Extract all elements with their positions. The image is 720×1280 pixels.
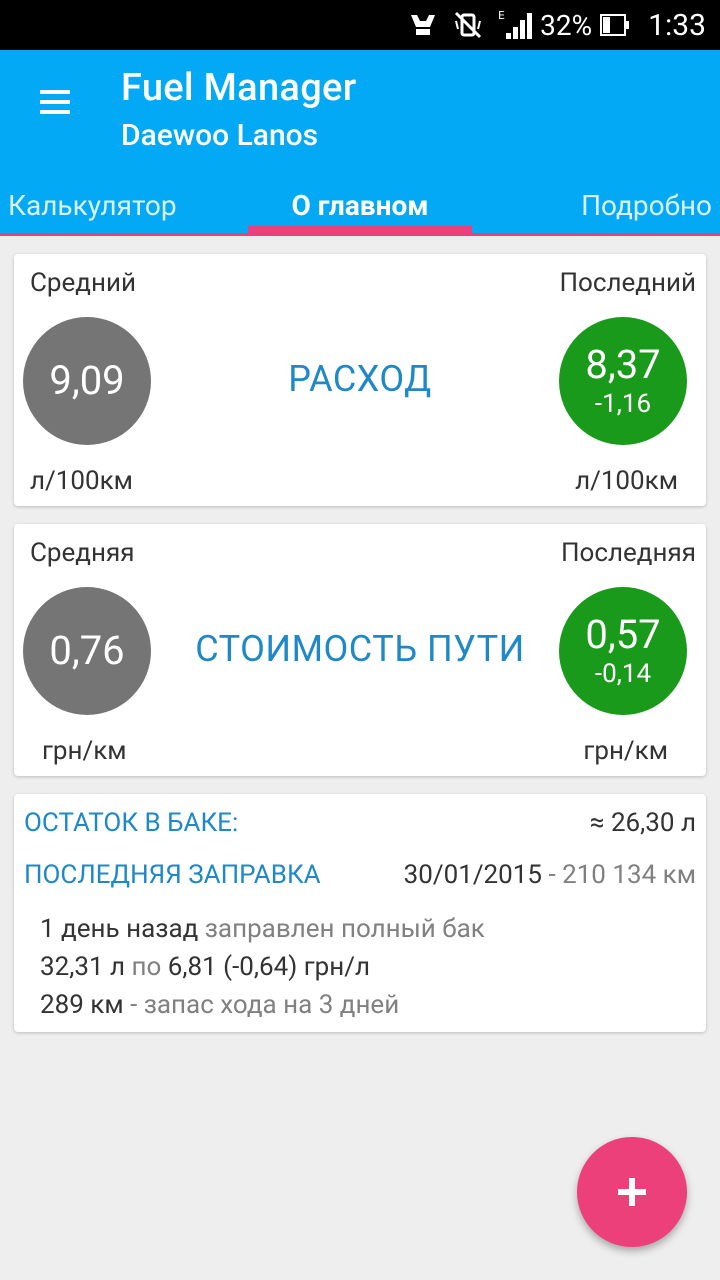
refuel-time: 1 день назад bbox=[40, 914, 199, 944]
last-label: Последняя bbox=[560, 538, 696, 568]
last-consumption-circle: 8,37 -1,16 bbox=[559, 317, 687, 445]
tab-calculator[interactable]: Калькулятор bbox=[8, 178, 177, 232]
add-refuel-button[interactable] bbox=[577, 1137, 687, 1247]
average-label: Средний bbox=[30, 268, 137, 298]
last-consumption-delta: -1,16 bbox=[594, 389, 652, 419]
refuel-volume: 32,31 л bbox=[40, 952, 126, 982]
network-type: E bbox=[498, 9, 505, 22]
clock: 1:33 bbox=[648, 7, 706, 43]
refuel-type: заправлен полный бак bbox=[198, 914, 485, 944]
refuel-time-line: 1 день назад заправлен полный бак bbox=[40, 914, 485, 944]
app-title: Fuel Manager bbox=[121, 66, 357, 110]
app-bar: Fuel Manager Daewoo Lanos Калькулятор О … bbox=[0, 50, 720, 236]
tank-remaining-value: ≈ 26,30 л bbox=[589, 808, 696, 838]
refuel-by: по bbox=[125, 952, 168, 982]
status-bar: E 32% 1:33 bbox=[0, 0, 720, 50]
range-distance: 289 км bbox=[40, 990, 124, 1020]
tab-bar: Калькулятор О главном Подробно bbox=[0, 178, 720, 232]
appbar-divider bbox=[0, 233, 720, 236]
refuel-date: 30/01/2015 bbox=[403, 860, 542, 890]
refuel-odometer: - 210 134 км bbox=[542, 860, 696, 890]
range-days: - запас хода на 3 дней bbox=[123, 990, 400, 1020]
last-label: Последний bbox=[559, 268, 697, 298]
plus-icon bbox=[618, 1178, 646, 1206]
last-refuel-label: ПОСЛЕДНЯЯ ЗАПРАВКА bbox=[24, 860, 321, 890]
last-cost-delta: -0,14 bbox=[594, 659, 652, 689]
last-consumption-value: 8,37 bbox=[585, 341, 661, 388]
last-unit: л/100км bbox=[575, 466, 678, 496]
signal-icon: E bbox=[498, 0, 534, 50]
average-label: Средняя bbox=[30, 538, 135, 568]
trip-cost-card: Средняя Последняя 0,76 СТОИМОСТЬ ПУТИ 0,… bbox=[14, 524, 706, 776]
tab-details[interactable]: Подробно bbox=[581, 178, 712, 232]
last-cost-circle: 0,57 -0,14 bbox=[559, 587, 687, 715]
tab-overview[interactable]: О главном bbox=[248, 178, 472, 232]
refuel-volume-line: 32,31 л по 6,81 (-0,64) грн/л bbox=[40, 952, 370, 982]
menu-icon[interactable] bbox=[40, 87, 70, 117]
app-subtitle: Daewoo Lanos bbox=[121, 118, 319, 153]
last-cost-value: 0,57 bbox=[585, 611, 661, 658]
tank-remaining-label: ОСТАТОК В БАКЕ: bbox=[24, 808, 239, 838]
average-unit: грн/км bbox=[42, 736, 127, 766]
refuel-price: 6,81 (-0,64) грн/л bbox=[167, 952, 370, 982]
notification-icon bbox=[408, 0, 438, 50]
last-unit: грн/км bbox=[583, 736, 668, 766]
last-refuel-info: 30/01/2015 - 210 134 км bbox=[404, 860, 696, 890]
battery-percent: 32% bbox=[540, 8, 593, 42]
tank-card[interactable]: ОСТАТОК В БАКЕ: ≈ 26,30 л ПОСЛЕДНЯЯ ЗАПР… bbox=[14, 794, 706, 1032]
vibrate-off-icon bbox=[452, 0, 484, 50]
range-line: 289 км - запас хода на 3 дней bbox=[40, 990, 399, 1020]
average-unit: л/100км bbox=[30, 466, 133, 496]
consumption-card: Средний Последний 9,09 РАСХОД 8,37 -1,16… bbox=[14, 254, 706, 506]
battery-icon bbox=[600, 0, 630, 50]
